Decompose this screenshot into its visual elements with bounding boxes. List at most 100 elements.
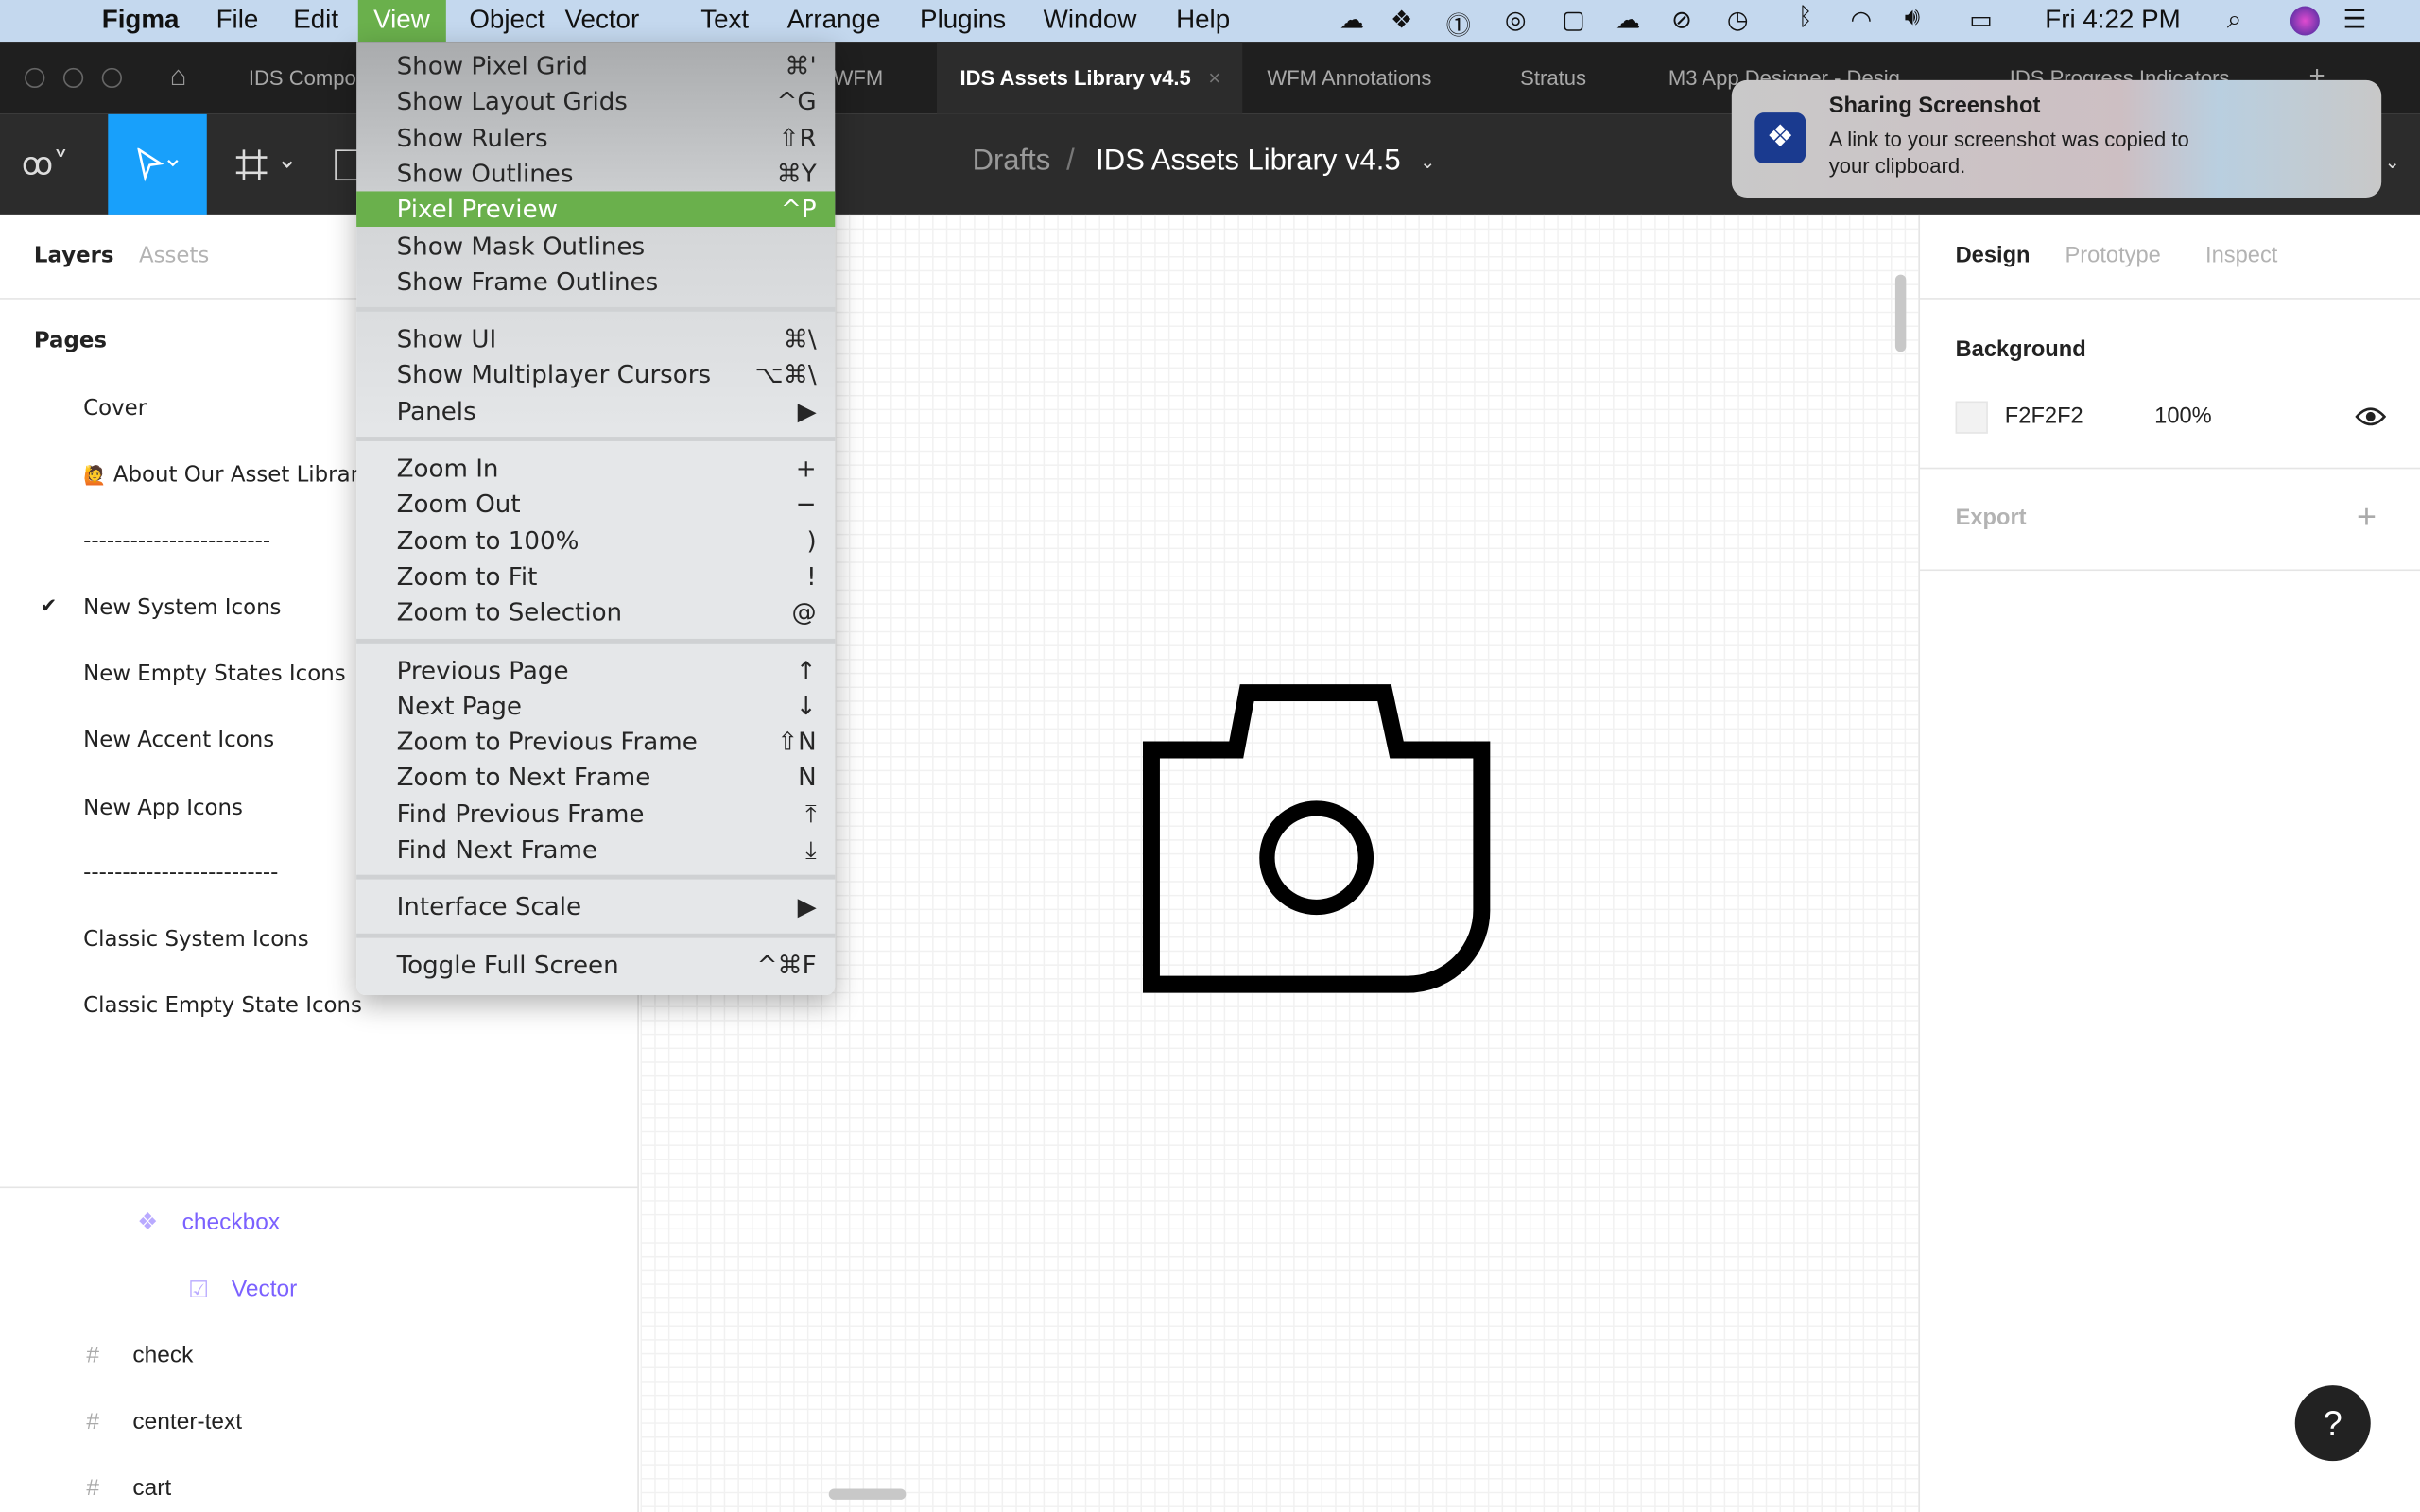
menu-item-show-pixel-grid[interactable]: Show Pixel Grid ⌘'	[356, 48, 835, 84]
notification-center-icon[interactable]: ☰	[2342, 5, 2366, 36]
menu-item-label: Pixel Preview	[396, 195, 558, 225]
tab-stratus[interactable]: Stratus	[1520, 66, 1586, 89]
tab-prototype[interactable]: Prototype	[2065, 244, 2160, 268]
home-icon[interactable]: ⌂	[170, 60, 187, 93]
camera-icon[interactable]	[1134, 678, 1505, 1002]
menu-item-next-page[interactable]: Next Page ↓	[356, 688, 835, 724]
help-button[interactable]: ?	[2294, 1385, 2371, 1462]
frame-tool-icon[interactable]	[234, 148, 296, 182]
menu-plugins[interactable]: Plugins	[920, 5, 1006, 36]
window-minimize-button[interactable]	[62, 67, 84, 89]
tab-ids-assets-library[interactable]: IDS Assets Library v4.5 ×	[937, 42, 1243, 114]
menu-item-pixel-preview[interactable]: Pixel Preview ^P	[356, 191, 836, 228]
page-item[interactable]: Classic Empty State Icons	[83, 993, 362, 1018]
status-circle-icon[interactable]: ⊘	[1671, 5, 1692, 36]
icloud-icon[interactable]: ☁	[1340, 5, 1364, 36]
page-item[interactable]: Classic System Icons	[83, 927, 309, 952]
spotlight-search-icon[interactable]: ⌕	[2227, 5, 2242, 36]
menu-item-find-next-frame[interactable]: Find Next Frame ⤓	[356, 832, 835, 868]
layer-checkbox[interactable]: checkbox	[182, 1210, 280, 1236]
horizontal-scrollbar[interactable]	[828, 1488, 907, 1500]
page-item[interactable]: New Accent Icons	[83, 729, 274, 753]
menu-item-panels[interactable]: Panels ▶	[356, 393, 835, 429]
page-item[interactable]: Cover	[83, 397, 147, 421]
tab-layers[interactable]: Layers	[34, 244, 114, 268]
page-divider[interactable]: -------------------------	[83, 861, 278, 885]
layer-cart[interactable]: cart	[132, 1475, 171, 1502]
tab-wfm-annotations[interactable]: WFM Annotations	[1267, 66, 1431, 89]
menu-item-previous-page[interactable]: Previous Page ↑	[356, 652, 835, 688]
menu-edit[interactable]: Edit	[293, 5, 338, 36]
tab-wfm[interactable]: WFM	[834, 66, 884, 89]
page-item-current[interactable]: New System Icons	[83, 595, 281, 620]
breadcrumb-drafts[interactable]: Drafts	[973, 145, 1051, 179]
menu-item-zoom-to-fit[interactable]: Zoom to Fit!	[356, 558, 835, 594]
time-machine-icon[interactable]: ◷	[1727, 5, 1749, 36]
main-menu-figma-icon[interactable]: ꝏ˅	[22, 145, 69, 181]
cloud-sync-icon[interactable]: ☁	[1616, 5, 1640, 36]
menu-item-interface-scale[interactable]: Interface Scale ▶	[356, 889, 835, 925]
menu-item-shortcut: ⌘Y	[776, 158, 817, 189]
menu-app-figma[interactable]: Figma	[102, 5, 180, 36]
menu-item-label: Zoom to Previous Frame	[396, 727, 698, 757]
siri-icon[interactable]	[2290, 6, 2320, 36]
eye-icon[interactable]	[2355, 405, 2387, 427]
tab-inspect[interactable]: Inspect	[2205, 244, 2277, 268]
page-item[interactable]: New Empty States Icons	[83, 662, 345, 686]
menu-file[interactable]: File	[216, 5, 259, 36]
menu-item-toggle-full-screen[interactable]: Toggle Full Screen ^⌘F	[356, 947, 835, 983]
menu-item-show-rulers[interactable]: Show Rulers ⇧R	[356, 120, 835, 156]
bluetooth-icon[interactable]: ᛒ	[1798, 5, 1813, 32]
layer-vector[interactable]: Vector	[232, 1276, 297, 1302]
battery-icon[interactable]: ▭	[1969, 5, 1993, 36]
menu-item-show-outlines[interactable]: Show Outlines ⌘Y	[356, 156, 835, 192]
window-zoom-button[interactable]	[101, 67, 122, 89]
menu-item-show-frame-outlines[interactable]: Show Frame Outlines	[356, 264, 835, 300]
menu-item-zoom-to-next-frame[interactable]: Zoom to Next Frame N	[356, 760, 835, 796]
menu-help[interactable]: Help	[1176, 5, 1230, 36]
menu-view[interactable]: View	[357, 0, 446, 43]
creative-cloud-icon[interactable]: ◎	[1505, 5, 1527, 36]
window-close-button[interactable]	[25, 67, 45, 89]
dropbox-icon[interactable]: ❖	[1391, 5, 1412, 36]
menu-item-zoom-to-previous-frame[interactable]: Zoom to Previous Frame ⇧N	[356, 724, 835, 760]
file-name[interactable]: IDS Assets Library v4.5	[1096, 145, 1400, 179]
menu-vector[interactable]: Vector	[565, 5, 640, 36]
tab-assets[interactable]: Assets	[139, 244, 209, 268]
menu-arrange[interactable]: Arrange	[787, 5, 881, 36]
move-tool-button[interactable]	[108, 113, 207, 215]
volume-icon[interactable]: 🔊︎	[1905, 5, 1920, 32]
clock[interactable]: Fri 4:22 PM	[2045, 5, 2180, 36]
layer-check[interactable]: check	[132, 1342, 193, 1368]
menu-item-zoom-to-100[interactable]: Zoom to 100%)	[356, 523, 835, 558]
menu-item-zoom-to-selection[interactable]: Zoom to Selection @	[356, 594, 835, 630]
vertical-scrollbar[interactable]	[1894, 274, 1907, 352]
menu-item-find-previous-frame[interactable]: Find Previous Frame ⤒	[356, 796, 835, 832]
file-menu-chevron-icon[interactable]: ⌄	[1420, 151, 1435, 173]
wifi-icon[interactable]: ◠	[1851, 5, 1873, 36]
menu-object[interactable]: Object	[469, 5, 544, 36]
page-item[interactable]: New App Icons	[83, 796, 243, 820]
menu-window[interactable]: Window	[1044, 5, 1137, 36]
menu-item-zoom-out[interactable]: Zoom Out −	[356, 487, 835, 523]
menu-item-show-multiplayer-cursors[interactable]: Show Multiplayer Cursors ⌥⌘\	[356, 357, 835, 393]
tab-design[interactable]: Design	[1956, 244, 2031, 268]
page-divider[interactable]: ------------------------	[83, 529, 270, 554]
menu-item-show-mask-outlines[interactable]: Show Mask Outlines	[356, 228, 835, 264]
page-item[interactable]: 🙋 About Our Asset Librar	[83, 463, 359, 488]
menu-item-show-layout-grids[interactable]: Show Layout Grids ^G	[356, 84, 835, 120]
background-hex-input[interactable]: F2F2F2	[2005, 404, 2083, 429]
background-opacity-input[interactable]: 100%	[2154, 404, 2212, 429]
display-icon[interactable]: ▢	[1562, 5, 1585, 36]
zoom-chevron-icon[interactable]: ⌄	[2384, 151, 2399, 173]
menu-text[interactable]: Text	[700, 5, 749, 36]
close-tab-icon[interactable]: ×	[1208, 66, 1220, 89]
add-export-plus-icon[interactable]: +	[2357, 497, 2377, 537]
tab-ids-components[interactable]: IDS Compo	[249, 66, 356, 89]
dropbox-notification[interactable]: ❖ Sharing Screenshot A link to your scre…	[1731, 79, 2382, 198]
menu-item-zoom-in[interactable]: Zoom In +	[356, 451, 835, 487]
layer-center-text[interactable]: center-text	[132, 1409, 242, 1435]
background-color-swatch[interactable]	[1955, 401, 1988, 434]
onepassword-icon[interactable]: ⓵	[1446, 5, 1471, 42]
menu-item-show-ui[interactable]: Show UI ⌘\	[356, 321, 835, 357]
